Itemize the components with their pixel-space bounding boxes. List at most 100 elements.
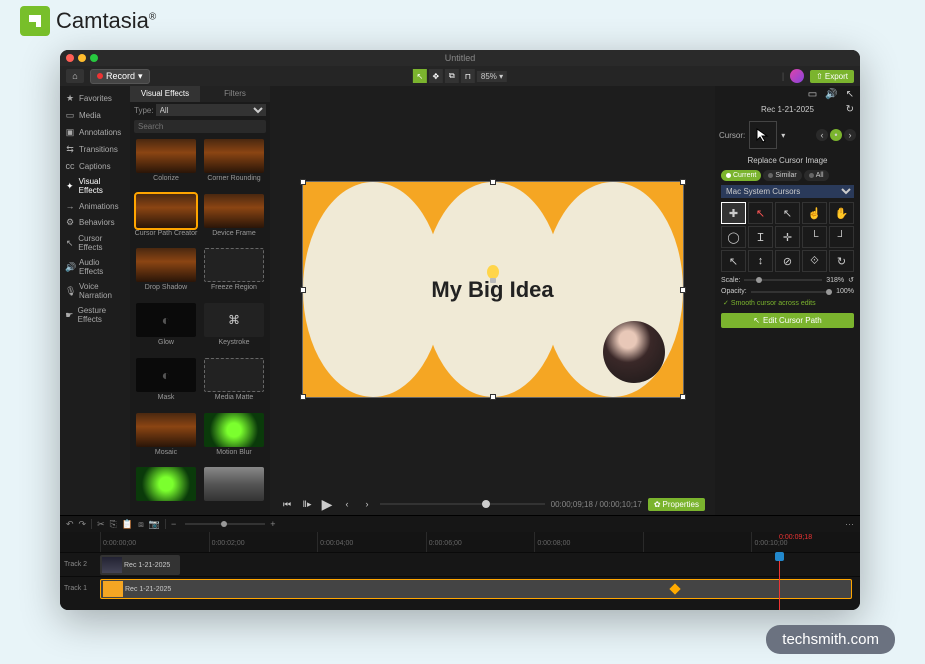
- prev-frame-button[interactable]: ⏮: [280, 499, 294, 510]
- timeline-menu-button[interactable]: ⋯: [845, 519, 854, 530]
- effect-item[interactable]: ◐Mask: [134, 358, 198, 409]
- sidebar-item-audio-effects[interactable]: 🔊Audio Effects: [60, 255, 130, 279]
- seg-all[interactable]: All: [804, 170, 829, 181]
- cursor-option[interactable]: ↖: [775, 202, 800, 224]
- cursor-option[interactable]: ⊘: [775, 250, 800, 272]
- track-label[interactable]: Track 2: [60, 553, 100, 576]
- tab-visual-effects[interactable]: Visual Effects: [130, 86, 200, 102]
- cursor-option[interactable]: ↖: [721, 250, 746, 272]
- effect-item[interactable]: Drop Shadow: [134, 248, 198, 299]
- cursor-option[interactable]: Ｉ: [748, 226, 773, 248]
- zoom-out-button[interactable]: −: [171, 519, 176, 529]
- cursor-option[interactable]: ↖: [748, 202, 773, 224]
- next-frame-button[interactable]: ›: [360, 499, 374, 509]
- effect-item[interactable]: Motion Blur: [202, 413, 266, 464]
- close-icon[interactable]: [66, 54, 74, 62]
- volume-icon[interactable]: 🔊: [825, 89, 837, 100]
- undo-button[interactable]: ↶: [66, 519, 74, 530]
- step-fwd-button[interactable]: ‹: [340, 499, 354, 509]
- cursor-set-select[interactable]: Mac System Cursors: [721, 185, 854, 198]
- user-avatar[interactable]: [790, 69, 804, 83]
- opacity-slider[interactable]: [751, 291, 832, 293]
- sidebar-item-media[interactable]: ▭Media: [60, 107, 130, 124]
- play-button[interactable]: ▶: [320, 496, 334, 513]
- effect-item[interactable]: Cursor Path Creator: [134, 194, 198, 245]
- effect-item[interactable]: Mosaic: [134, 413, 198, 464]
- camera-button[interactable]: 📷: [149, 519, 160, 530]
- effect-item[interactable]: Media Matte: [202, 358, 266, 409]
- seg-similar[interactable]: Similar: [763, 170, 801, 181]
- cursor-option[interactable]: ✛: [775, 226, 800, 248]
- export-button[interactable]: ⇧ Export: [810, 70, 854, 83]
- sidebar-item-favorites[interactable]: ★Favorites: [60, 90, 130, 107]
- track-label[interactable]: Track 1: [60, 577, 100, 600]
- copy-button[interactable]: ⎘: [110, 519, 117, 530]
- cursor-option[interactable]: ✚: [721, 202, 746, 224]
- selected-clip[interactable]: My Big Idea: [303, 182, 683, 397]
- webcam-overlay[interactable]: [603, 321, 665, 383]
- cursor-tab-icon[interactable]: ↖: [846, 89, 854, 100]
- zoom-in-button[interactable]: +: [270, 519, 275, 529]
- cursor-option[interactable]: ✋: [829, 202, 854, 224]
- redo-button[interactable]: ↷: [79, 519, 87, 530]
- timeline-ruler[interactable]: 0:00:09;18 0:00:00;000:00:02;000:00:04;0…: [60, 532, 860, 552]
- sidebar-item-visual-effects[interactable]: ✦Visual Effects: [60, 174, 130, 198]
- detach-icon[interactable]: ▭: [808, 89, 817, 100]
- reload-icon[interactable]: ↻: [846, 104, 854, 115]
- effect-item[interactable]: Device Frame: [202, 194, 266, 245]
- sidebar-item-gesture-effects[interactable]: ☛Gesture Effects: [60, 303, 130, 327]
- step-back-button[interactable]: Ⅱ▸: [300, 499, 314, 510]
- cursor-option[interactable]: └: [802, 226, 827, 248]
- smooth-checkbox[interactable]: ✓ Smooth cursor across edits: [715, 297, 860, 309]
- minimize-icon[interactable]: [78, 54, 86, 62]
- magnet-tool-icon[interactable]: ⊓: [461, 69, 475, 83]
- record-button[interactable]: Record ▾: [90, 69, 150, 84]
- cursor-option[interactable]: ↕: [748, 250, 773, 272]
- next-cursor-button[interactable]: ›: [844, 129, 856, 141]
- cursor-tool-icon[interactable]: ↖: [413, 69, 427, 83]
- home-button[interactable]: ⌂: [66, 69, 84, 83]
- search-input[interactable]: [134, 120, 266, 133]
- effect-item[interactable]: [202, 467, 266, 511]
- reset-icon[interactable]: ↺: [848, 276, 854, 284]
- seg-current[interactable]: Current: [721, 170, 761, 181]
- sidebar-item-annotations[interactable]: ▣Annotations: [60, 124, 130, 141]
- prev-cursor-button[interactable]: ‹: [816, 129, 828, 141]
- sidebar-item-voice-narration[interactable]: 🎙Voice Narration: [60, 279, 130, 303]
- timeline-clip[interactable]: Rec 1-21-2025: [100, 555, 180, 575]
- cursor-option[interactable]: ↻: [829, 250, 854, 272]
- tab-filters[interactable]: Filters: [200, 86, 270, 102]
- playback-slider[interactable]: [380, 503, 545, 505]
- sidebar-item-behaviors[interactable]: ⚙Behaviors: [60, 214, 130, 231]
- type-select[interactable]: All: [156, 104, 266, 116]
- effect-item[interactable]: ◐Glow: [134, 303, 198, 354]
- canvas-stage[interactable]: My Big Idea: [270, 86, 715, 493]
- maximize-icon[interactable]: [90, 54, 98, 62]
- sidebar-item-captions[interactable]: ccCaptions: [60, 158, 130, 174]
- effect-item[interactable]: ⌘Keystroke: [202, 303, 266, 354]
- sidebar-item-cursor-effects[interactable]: ↖Cursor Effects: [60, 231, 130, 255]
- effect-item[interactable]: [134, 467, 198, 511]
- cursor-dropdown[interactable]: ▾: [781, 131, 785, 140]
- scale-slider[interactable]: [744, 279, 822, 281]
- cursor-option[interactable]: ◯: [721, 226, 746, 248]
- effect-item[interactable]: Freeze Region: [202, 248, 266, 299]
- timeline-clip[interactable]: Rec 1-21-2025: [100, 579, 852, 599]
- sidebar-item-animations[interactable]: →Animations: [60, 198, 130, 214]
- effect-item[interactable]: Colorize: [134, 139, 198, 190]
- sidebar-item-transitions[interactable]: ⇆Transitions: [60, 141, 130, 158]
- effect-item[interactable]: Corner Rounding: [202, 139, 266, 190]
- timeline-zoom-slider[interactable]: [185, 523, 265, 525]
- edit-cursor-path-button[interactable]: ↖ Edit Cursor Path: [721, 313, 854, 328]
- properties-button[interactable]: ✿ Properties: [648, 498, 705, 511]
- cursor-option[interactable]: ⟐: [802, 250, 827, 272]
- crop-tool-icon[interactable]: ⧉: [445, 69, 459, 83]
- cursor-option[interactable]: ┘: [829, 226, 854, 248]
- paste-button[interactable]: 📋: [122, 519, 133, 530]
- window-controls[interactable]: [66, 54, 98, 62]
- cursor-option[interactable]: ☝: [802, 202, 827, 224]
- zoom-dropdown[interactable]: 85% ▾: [477, 71, 507, 82]
- split-button[interactable]: ⧈: [138, 519, 144, 530]
- hand-tool-icon[interactable]: ✥: [429, 69, 443, 83]
- cut-button[interactable]: ✂: [97, 519, 105, 530]
